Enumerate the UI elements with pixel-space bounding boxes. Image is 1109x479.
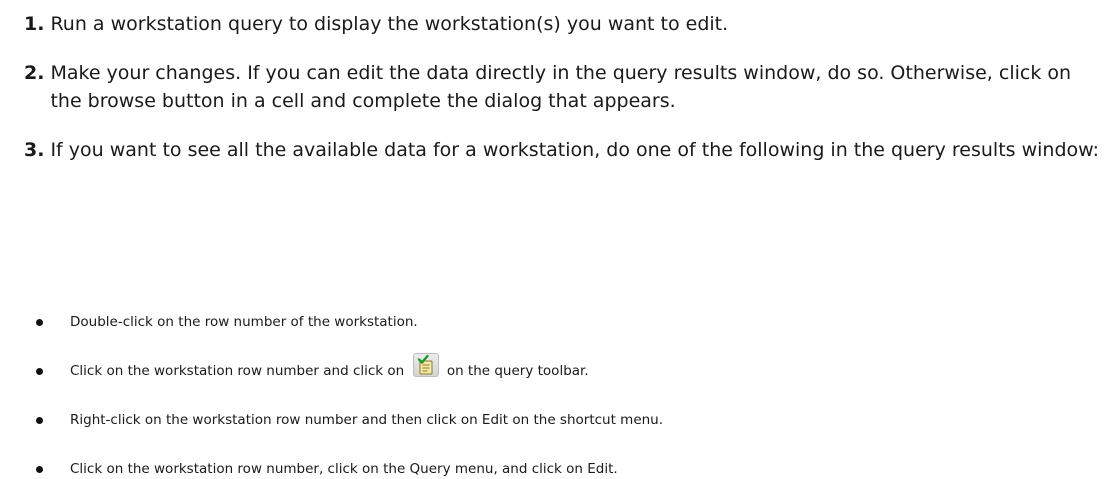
list-item: Double-click on the row number of the wo… bbox=[36, 312, 1096, 332]
list-item-text: Double-click on the row number of the wo… bbox=[70, 314, 418, 330]
step-number: 3. bbox=[24, 139, 45, 161]
list-item: Right-click on the workstation row numbe… bbox=[36, 410, 1096, 430]
list-item: Click on the workstation row number and … bbox=[36, 353, 1096, 381]
bullet-icon bbox=[36, 318, 43, 326]
step-1: 1. Run a workstation query to display th… bbox=[24, 10, 1104, 38]
bullet-icon bbox=[36, 367, 43, 375]
list-item-text: Click on the workstation row number and … bbox=[70, 363, 405, 379]
step-number: 1. bbox=[24, 13, 45, 35]
steps-list: 1. Run a workstation query to display th… bbox=[24, 10, 1104, 164]
list-item: Click on the workstation row number, cli… bbox=[36, 459, 1096, 479]
step-3: 3. If you want to see all the available … bbox=[24, 136, 1104, 164]
list-item-text: Click on the workstation row number, cli… bbox=[70, 461, 618, 477]
list-item-text: Right-click on the workstation row numbe… bbox=[70, 412, 664, 428]
options-list: Double-click on the row number of the wo… bbox=[36, 312, 1096, 479]
list-item-text: on the query toolbar. bbox=[446, 363, 589, 379]
step-number: 2. bbox=[24, 62, 45, 84]
step-2: 2. Make your changes. If you can edit th… bbox=[24, 59, 1104, 115]
bullet-icon bbox=[36, 465, 43, 473]
step-text: Make your changes. If you can edit the d… bbox=[50, 62, 1072, 112]
step-text: If you want to see all the available dat… bbox=[50, 139, 1100, 161]
edit-record-icon bbox=[412, 353, 439, 377]
bullet-icon bbox=[36, 416, 43, 424]
step-text: Run a workstation query to display the w… bbox=[50, 13, 729, 35]
